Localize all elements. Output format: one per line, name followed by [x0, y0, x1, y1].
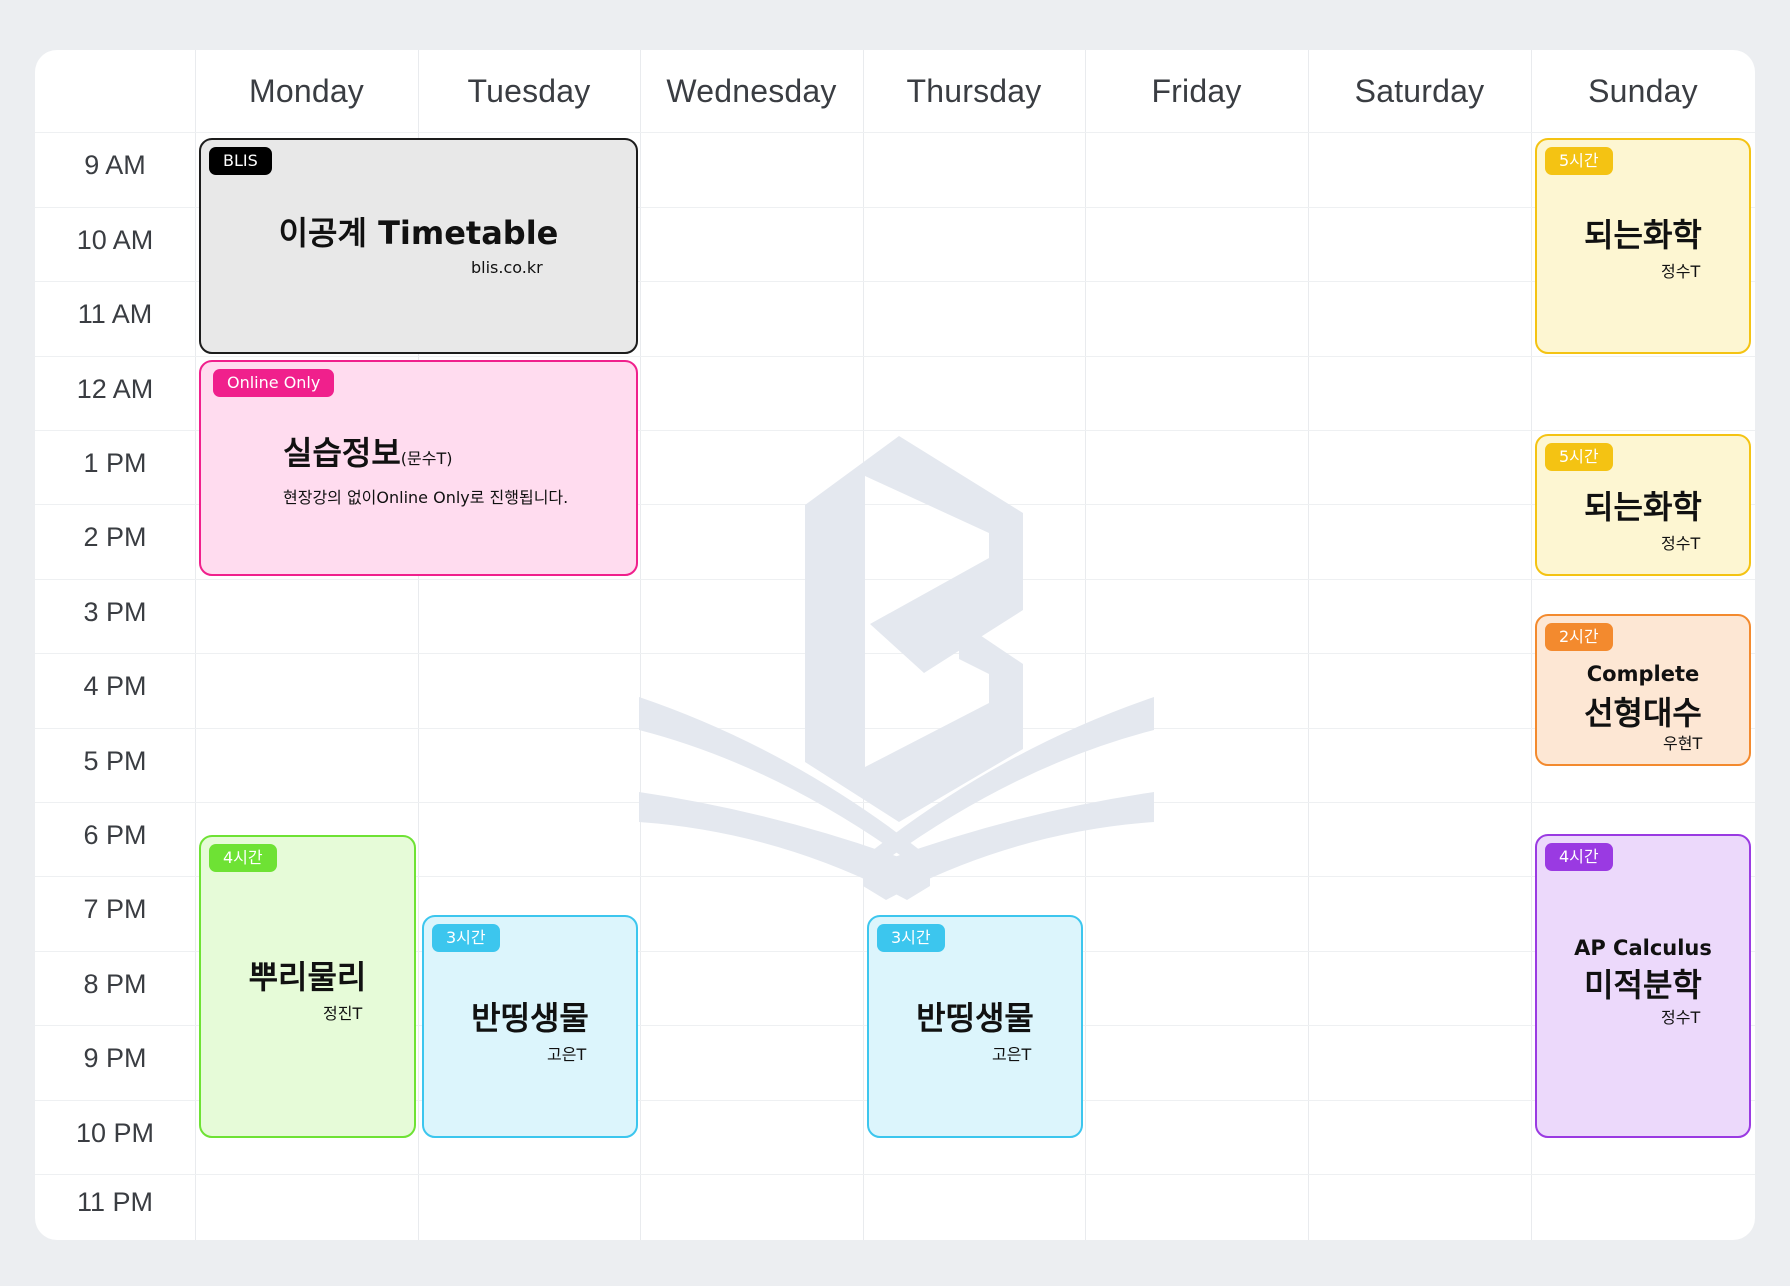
event-subtitle: 정수T — [1661, 262, 1701, 281]
event-online-only[interactable]: Online Only 실습정보(문수T) 현장강의 없이Online Only… — [199, 360, 638, 576]
day-label-friday: Friday — [1151, 73, 1242, 109]
time-label: 9 AM — [84, 150, 146, 180]
event-pre-title: AP Calculus — [1574, 936, 1712, 960]
event-badge: 4시간 — [1545, 843, 1613, 871]
day-label-saturday: Saturday — [1354, 73, 1485, 109]
event-subtitle: 정수T — [1661, 1008, 1701, 1027]
time-label: 7 PM — [83, 894, 147, 924]
event-title: 뿌리물리 — [248, 958, 367, 996]
event-subtitle: 정진T — [323, 1004, 363, 1023]
event-title: 반띵생물 — [916, 999, 1034, 1037]
event-title: 선형대수 — [1584, 694, 1702, 732]
event-badge: 3시간 — [877, 924, 945, 952]
event-sunday-calculus[interactable]: 4시간 AP Calculus 미적분학 정수T — [1535, 834, 1751, 1138]
event-badge: 2시간 — [1545, 623, 1613, 651]
time-label: 6 PM — [83, 820, 147, 850]
event-title-suffix: (문수T) — [400, 449, 453, 468]
event-title: 실습정보 — [283, 434, 401, 472]
event-sunday-chemistry-1[interactable]: 5시간 되는화학 정수T — [1535, 138, 1751, 354]
event-title: 되는화학 — [1584, 488, 1702, 526]
event-badge: 5시간 — [1545, 147, 1613, 175]
event-title: 미적분학 — [1584, 966, 1702, 1004]
time-label: 12 AM — [76, 374, 154, 404]
event-badge: BLIS — [209, 147, 272, 175]
event-title: 되는화학 — [1584, 216, 1702, 254]
time-label: 11 AM — [77, 299, 153, 329]
event-title: 반띵생물 — [471, 999, 589, 1037]
event-subtitle: 정수T — [1661, 534, 1701, 553]
event-monday-physics[interactable]: 4시간 뿌리물리 정진T — [199, 835, 416, 1138]
event-subtitle: blis.co.kr — [471, 258, 543, 277]
day-label-sunday: Sunday — [1588, 73, 1698, 109]
day-label-monday: Monday — [248, 73, 365, 109]
event-tuesday-biology[interactable]: 3시간 반띵생물 고은T — [422, 915, 638, 1138]
event-thursday-biology[interactable]: 3시간 반띵생물 고은T — [867, 915, 1083, 1138]
event-title-row: 실습정보(문수T) — [283, 428, 452, 474]
time-label: 2 PM — [83, 522, 147, 552]
time-label: 1 PM — [83, 448, 147, 478]
event-pre-title: Complete — [1586, 662, 1700, 686]
time-label: 8 PM — [83, 969, 147, 999]
event-sunday-linear-algebra[interactable]: 2시간 Complete 선형대수 우현T — [1535, 614, 1751, 766]
day-label-thursday: Thursday — [906, 73, 1042, 109]
event-badge: Online Only — [213, 369, 335, 397]
time-label: 4 PM — [83, 671, 147, 701]
event-subtitle: 우현T — [1663, 734, 1703, 753]
time-label: 9 PM — [83, 1043, 147, 1073]
event-blis-timetable[interactable]: BLIS 이공계 Timetable blis.co.kr — [199, 138, 638, 354]
day-label-tuesday: Tuesday — [467, 73, 591, 109]
timetable-card: Monday Tuesday Wednesday Thursday Friday… — [35, 50, 1755, 1240]
event-sunday-chemistry-2[interactable]: 5시간 되는화학 정수T — [1535, 434, 1751, 576]
time-label: 10 PM — [75, 1118, 155, 1148]
time-label: 3 PM — [83, 597, 147, 627]
time-label: 10 AM — [76, 225, 154, 255]
event-subtitle: 고은T — [547, 1045, 587, 1064]
time-label: 11 PM — [76, 1187, 154, 1217]
event-badge: 3시간 — [432, 924, 500, 952]
day-label-wednesday: Wednesday — [666, 73, 837, 109]
event-badge: 4시간 — [209, 844, 277, 872]
time-label: 5 PM — [83, 746, 147, 776]
event-subtitle: 고은T — [992, 1045, 1032, 1064]
event-badge: 5시간 — [1545, 443, 1613, 471]
event-subtitle: 현장강의 없이Online Only로 진행됩니다. — [283, 488, 569, 507]
event-title: 이공계 Timetable — [278, 214, 559, 252]
